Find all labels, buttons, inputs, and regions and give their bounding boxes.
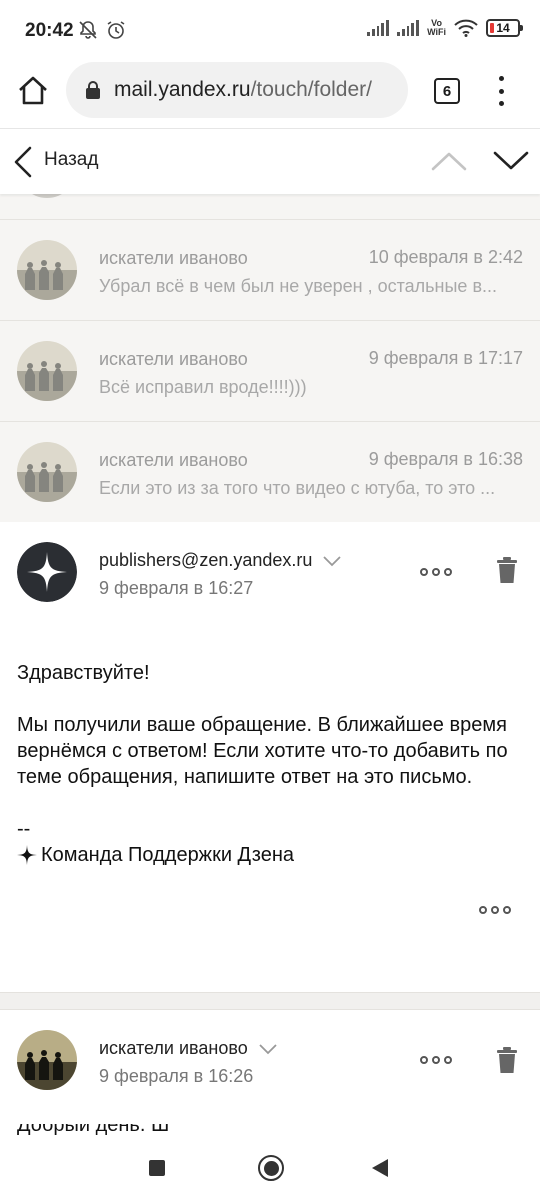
- chevron-down-icon[interactable]: [258, 1043, 278, 1055]
- system-nav-bar: [0, 1138, 540, 1200]
- thread-snippet: Убрал всё в чем был не уверен , остальны…: [99, 276, 498, 296]
- thread-date: 9 февраля в 16:38: [368, 449, 523, 469]
- thread-sender: искатели иваново: [99, 248, 248, 268]
- url-path: /touch/folder/: [250, 78, 372, 101]
- battery-level: 14: [496, 21, 510, 35]
- message-header: publishers@zen.yandex.ru 9 февраля в 16:…: [0, 522, 540, 622]
- expanded-message: искатели иваново 9 февраля в 16:26: [0, 1010, 540, 1138]
- thread-item[interactable]: искатели иваново 9 февраля в 16:38 Если …: [0, 422, 540, 523]
- thread-date: 9 февраля в 17:17: [368, 348, 523, 368]
- signature-text: Команда Поддержки Дзена: [41, 844, 294, 866]
- home-circle-icon[interactable]: [258, 1155, 284, 1181]
- status-left-icons: [78, 20, 126, 40]
- sender-avatar: [17, 341, 77, 401]
- thread-snippet: Если это из за того что видео с ютуба, т…: [99, 478, 496, 498]
- sender-name: искатели иваново: [99, 1038, 248, 1058]
- status-time: 20:42: [25, 20, 74, 41]
- url-bar[interactable]: mail.yandex.ru/touch/folder/: [66, 62, 408, 118]
- mute-bell-icon: [79, 21, 97, 39]
- lock-icon: [86, 81, 100, 99]
- thread-sender: искатели иваново: [99, 349, 248, 369]
- message-from[interactable]: искатели иваново: [99, 1038, 278, 1059]
- status-right-icons: Vo WiFi 14: [367, 19, 523, 37]
- url-domain: mail.yandex.ru: [114, 78, 251, 101]
- zen-star-icon: [17, 845, 37, 865]
- home-icon[interactable]: [16, 74, 50, 108]
- zen-logo-avatar: [17, 542, 77, 602]
- message-greeting: Здравствуйте!: [17, 662, 150, 684]
- back-arrow-icon[interactable]: [12, 145, 34, 179]
- message-date: 9 февраля в 16:27: [99, 578, 254, 598]
- expanded-message: publishers@zen.yandex.ru 9 февраля в 16:…: [0, 522, 540, 992]
- thread-item[interactable]: искатели иваново 9 февраля в 17:17 Всё и…: [0, 321, 540, 422]
- message-body-partial: Добрый день. Ш: [17, 1124, 523, 1138]
- back-triangle-icon[interactable]: [372, 1159, 388, 1177]
- more-options-icon[interactable]: [420, 568, 452, 576]
- message-text: Добрый день. Ш: [17, 1124, 170, 1136]
- message-header: искатели иваново 9 февраля в 16:26: [0, 1010, 540, 1110]
- message-date: 9 февраля в 16:26: [99, 1066, 254, 1086]
- alarm-icon: [107, 21, 125, 39]
- message-body: Здравствуйте! Мы получили ваше обращение…: [0, 622, 540, 868]
- thread-date: 10 февраля в 2:42: [368, 247, 523, 267]
- recents-icon[interactable]: [149, 1160, 165, 1176]
- trash-icon[interactable]: [496, 1046, 518, 1074]
- more-options-icon[interactable]: [420, 1056, 452, 1064]
- sender-avatar: [17, 240, 77, 300]
- status-bar: 20:42 Vo WiFi 14: [0, 0, 540, 62]
- thread-snippet: Всё исправил вроде!!!!))): [99, 377, 307, 397]
- signal-2-icon: [397, 20, 420, 36]
- message-text: Мы получили ваше обращение. В ближайшее …: [17, 714, 508, 788]
- mail-nav-header: Назад: [0, 128, 540, 194]
- chevron-down-icon[interactable]: [322, 555, 342, 567]
- back-button[interactable]: Назад: [44, 149, 98, 171]
- vowifi-bottom: WiFi: [427, 27, 446, 37]
- browser-menu-icon[interactable]: [494, 76, 508, 106]
- signature: Команда Поддержки Дзена: [17, 842, 523, 868]
- sender-avatar: [17, 442, 77, 502]
- sender-email: publishers@zen.yandex.ru: [99, 550, 313, 570]
- signature-dash: --: [17, 818, 31, 840]
- message-from[interactable]: publishers@zen.yandex.ru: [99, 550, 342, 571]
- thread-sender: искатели иваново: [99, 450, 248, 470]
- trash-icon[interactable]: [496, 556, 518, 584]
- message-separator: [0, 992, 540, 1010]
- browser-toolbar: mail.yandex.ru/touch/folder/ 6: [0, 62, 540, 128]
- vowifi-icon: Vo WiFi: [427, 19, 446, 37]
- previous-message-icon[interactable]: [430, 149, 468, 173]
- quoted-text-toggle-icon[interactable]: [479, 906, 511, 914]
- sender-avatar: [17, 1030, 77, 1090]
- tabs-count-button[interactable]: 6: [434, 78, 460, 104]
- battery-icon: 14: [486, 19, 523, 37]
- sender-avatar: [17, 194, 77, 198]
- thread-item[interactable]: искатели иваново 10 февраля в 2:42 Убрал…: [0, 220, 540, 321]
- thread-item-partial[interactable]: [0, 194, 540, 220]
- signal-1-icon: [367, 20, 390, 36]
- wifi-icon: [454, 19, 478, 37]
- next-message-icon[interactable]: [492, 149, 530, 173]
